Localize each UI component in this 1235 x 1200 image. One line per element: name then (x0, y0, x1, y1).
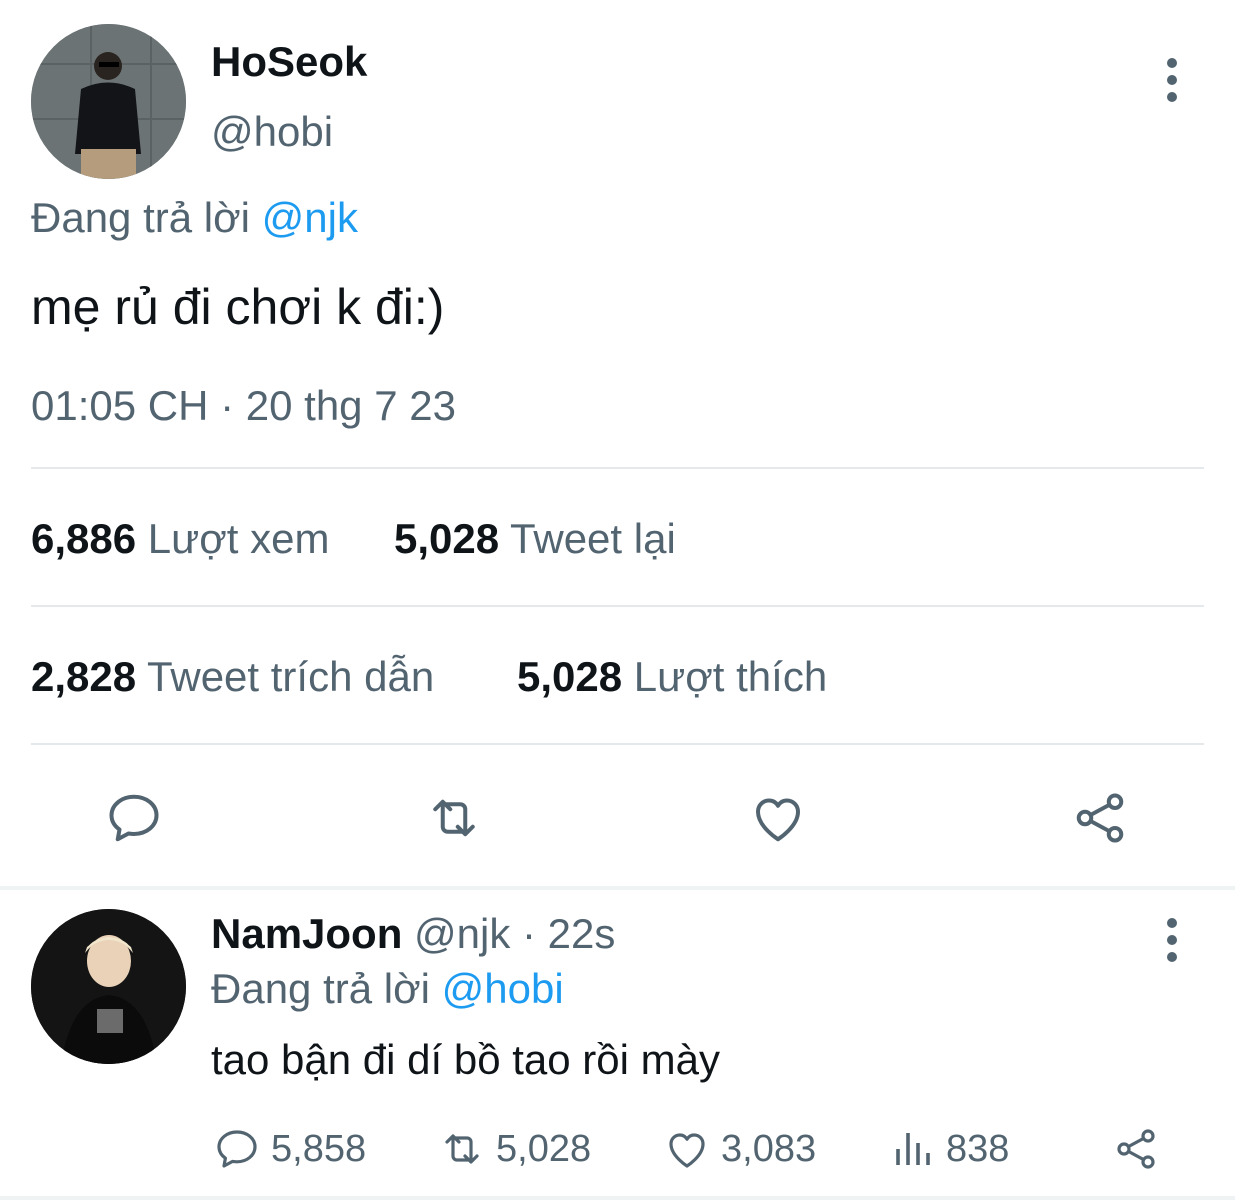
reply-author-name[interactable]: NamJoon (211, 910, 402, 957)
reply-likes-count: 3,083 (721, 1127, 817, 1170)
like-icon (669, 1133, 705, 1168)
tweet-text: mẹ rủ đi chơi k đi:) (31, 279, 445, 335)
reply-replies-count: 5,858 (271, 1127, 367, 1170)
reply-retweet-button[interactable]: 5,028 (438, 1125, 591, 1173)
divider (31, 743, 1204, 745)
reply-reply-button[interactable]: 5,858 (213, 1125, 366, 1173)
views-label: Lượt xem (147, 515, 330, 562)
stat-views[interactable]: 6,886 Lượt xem (31, 515, 329, 563)
replying-to-handle[interactable]: @njk (262, 194, 358, 241)
reply-views-button[interactable]: 838 (888, 1125, 1009, 1173)
tweet-timestamp[interactable]: 01:05 CH · 20 thg 7 23 (31, 382, 456, 430)
stat-likes[interactable]: 5,028 Lượt thích (517, 653, 827, 701)
retweet-icon[interactable] (424, 788, 484, 848)
reply-text: tao bận đi dí bồ tao rồi mày (211, 1036, 720, 1083)
retweets-label: Tweet lại (510, 515, 676, 562)
section-separator (0, 886, 1235, 890)
reply-views-count: 838 (946, 1127, 1010, 1170)
quotes-label: Tweet trích dẫn (147, 653, 435, 700)
quotes-count: 2,828 (31, 653, 137, 700)
replying-to: Đang trả lời @njk (31, 194, 358, 242)
avatar-hoseok[interactable] (31, 24, 186, 179)
views-count: 6,886 (31, 515, 137, 562)
reply-replying-prefix: Đang trả lời (211, 965, 430, 1012)
like-icon[interactable] (748, 788, 808, 848)
profile-photo (31, 24, 186, 179)
likes-label: Lượt thích (633, 653, 828, 700)
reply-share-icon[interactable] (1112, 1125, 1160, 1173)
replying-prefix: Đang trả lời (31, 194, 250, 241)
stat-retweets[interactable]: 5,028 Tweet lại (394, 515, 676, 563)
more-options-icon[interactable] (1165, 58, 1179, 108)
author-handle[interactable]: @hobi (211, 108, 333, 156)
reply-header: NamJoon @njk · 22s (211, 910, 615, 958)
reply-replying-to: Đang trả lời @hobi (211, 965, 564, 1013)
likes-count: 5,028 (517, 653, 623, 700)
reply-retweets-count: 5,028 (496, 1127, 592, 1170)
divider (31, 605, 1204, 607)
avatar-namjoon[interactable] (31, 909, 186, 1064)
reply-like-button[interactable]: 3,083 (663, 1125, 816, 1173)
reply-author-handle[interactable]: @njk (414, 910, 510, 957)
stat-quotes[interactable]: 2,828 Tweet trích dẫn (31, 653, 434, 701)
divider (31, 467, 1204, 469)
reply-more-options-icon[interactable] (1165, 918, 1179, 968)
profile-photo (31, 909, 186, 1064)
reply-icon[interactable] (104, 788, 164, 848)
reply-icon (217, 1130, 257, 1168)
share-icon[interactable] (1070, 788, 1130, 848)
author-name[interactable]: HoSeok (211, 38, 367, 86)
reply-time[interactable]: · 22s (522, 910, 615, 957)
retweets-count: 5,028 (394, 515, 500, 562)
retweet-icon (445, 1134, 479, 1164)
views-icon (896, 1133, 930, 1165)
reply-replying-to-handle[interactable]: @hobi (442, 965, 564, 1012)
bottom-separator (0, 1196, 1235, 1200)
